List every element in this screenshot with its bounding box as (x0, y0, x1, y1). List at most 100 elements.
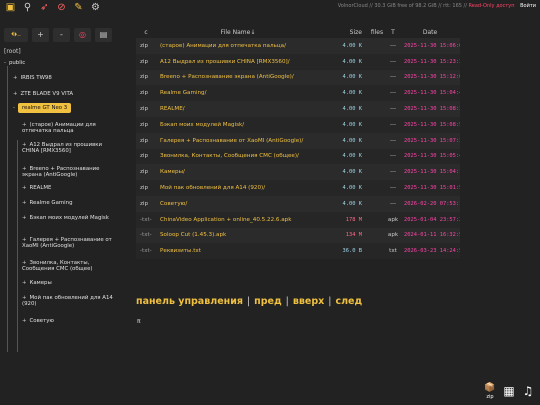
column-header-c[interactable]: c (136, 26, 156, 38)
table-row[interactable]: zip Бэкап моих модулей Magisk/4.00 K --- 20… (136, 116, 460, 133)
file-size: 4.00 K (320, 116, 368, 133)
file-extension[interactable]: -txt- (136, 227, 156, 244)
up-link[interactable]: вверх (293, 296, 324, 307)
tree-item-public[interactable]: - public (4, 60, 25, 66)
unpost-icon[interactable]: ⊘ (55, 2, 68, 14)
file-type: --- (386, 69, 400, 86)
tree-item[interactable]: + ZTE BLADE V9 VITA (13, 91, 73, 97)
file-extension[interactable]: zip (136, 195, 156, 212)
tree-item[interactable]: + IRBIS TW98 (13, 75, 52, 81)
file-extension[interactable]: zip (136, 132, 156, 149)
file-name-link[interactable]: Бэкап моих модулей Magisk/ (156, 116, 320, 133)
tree-child[interactable]: + Звонилка, Контакты, Сообщения СМС (обще… (22, 260, 118, 272)
grid-view-button[interactable]: ▦ (501, 383, 517, 401)
tree-child[interactable]: + Галерея + Распознавание от XaoMI (AntiG… (22, 237, 118, 249)
file-size: 4.00 K (320, 148, 368, 165)
file-count (368, 211, 386, 228)
toolbar-icons: ▣ ⚲ ➶ ⊘ ✎ ⚙ (4, 2, 102, 14)
table-row[interactable]: zip Breeno + Распознавание экрана (AntiGo… (136, 69, 460, 86)
file-count (368, 195, 386, 212)
tree-child[interactable]: + Камеры (22, 280, 118, 286)
column-header-files[interactable]: files (368, 26, 386, 38)
tree-child[interactable]: + Бэкап моих модулей Magisk (22, 215, 118, 221)
file-name-link[interactable]: Галерея + Распознавание от XaoMI (AntiGo… (156, 132, 320, 149)
file-name-link[interactable]: Советую/ (156, 195, 320, 212)
file-extension[interactable]: -txt- (136, 211, 156, 228)
broom-icon[interactable]: ✎ (72, 2, 85, 14)
login-link[interactable]: Войти (520, 3, 536, 9)
file-name-link[interactable]: Realme Gaming/ (156, 85, 320, 102)
file-name-link[interactable]: Звонилка, Контакты, Сообщения СМС (общее… (156, 148, 320, 165)
file-extension[interactable]: -txt- (136, 243, 156, 260)
package-icon[interactable]: ▣ (4, 2, 17, 14)
document-icon[interactable]: ▤ (95, 28, 112, 42)
next-link[interactable]: след (335, 296, 362, 307)
file-extension[interactable]: zip (136, 69, 156, 86)
zip-download-button[interactable]: 📦 zip (482, 383, 498, 401)
file-name-link[interactable]: (старое) Анимации для отпечатка пальца/ (156, 38, 320, 54)
tree-child[interactable]: + Realme Gaming (22, 200, 118, 206)
tree-width-button[interactable]: ⏴⏵.. (4, 28, 28, 42)
column-header-name[interactable]: File Name↓ (156, 26, 320, 38)
file-size: 4.00 K (320, 101, 368, 117)
table-header: c File Name↓ Size files T Date (136, 26, 460, 38)
tree-child[interactable]: + REALME (22, 185, 118, 191)
file-extension[interactable]: zip (136, 116, 156, 133)
file-extension[interactable]: zip (136, 38, 156, 54)
file-name-link[interactable]: Breeno + Распознавание экрана (AntiGoogl… (156, 69, 320, 86)
table-row[interactable]: zip (старое) Анимации для отпечатка пальц… (136, 38, 460, 54)
table-row[interactable]: zip Галерея + Распознавание от XaoMI (Ant… (136, 132, 460, 149)
file-name-link[interactable]: Реквизиты.txt (156, 243, 320, 260)
table-row[interactable]: -txt- Реквизиты.txt 36.0 B txt 2026-03-23 14… (136, 243, 460, 260)
control-panel-link[interactable]: панель управления (136, 296, 243, 307)
tree-expand-button[interactable]: + (32, 28, 49, 42)
file-name-link[interactable]: Soloop Cut (1.45.3).apk (156, 227, 320, 244)
table-row[interactable]: zip Realme Gaming/4.00 K --- 2025-11-30 15:… (136, 85, 460, 102)
rocket-icon[interactable]: ➶ (38, 2, 51, 14)
tree-child[interactable]: + Советую (22, 318, 118, 324)
table-row[interactable]: zip REALME/4.00 K --- 2025-11-30 15:08:33 (136, 101, 460, 117)
table-row[interactable]: -txt- ChinaVideo Application + online_40.… (136, 211, 460, 228)
music-player-button[interactable]: ♫ (520, 383, 536, 401)
tree-item-selected[interactable]: - realme GT Neo 3 (13, 103, 72, 113)
tree-root[interactable]: [root] (4, 48, 21, 55)
target-icon[interactable]: ◎ (74, 28, 91, 42)
column-header-size[interactable]: Size (320, 26, 368, 38)
column-header-date[interactable]: Date (400, 26, 460, 38)
file-date: 2025-11-30 15:06:03 (400, 38, 460, 54)
file-extension[interactable]: zip (136, 53, 156, 70)
column-header-type[interactable]: T (386, 26, 400, 38)
file-date: 2025-11-30 15:04:48 (400, 85, 460, 102)
tree-child[interactable]: + Breeno + Распознавание экрана (AntiGoog… (22, 166, 118, 178)
file-date: 2026-02-20 07:53:16 (400, 195, 460, 212)
file-extension[interactable]: zip (136, 85, 156, 102)
pi-link[interactable]: π (137, 318, 141, 325)
file-type: --- (386, 101, 400, 117)
file-extension[interactable]: zip (136, 180, 156, 196)
file-type: --- (386, 180, 400, 196)
file-type: --- (386, 53, 400, 70)
tree-collapse-button[interactable]: - (53, 28, 70, 42)
file-date: 2025-11-30 15:04:10 (400, 164, 460, 181)
table-row[interactable]: zip Звонилка, Контакты, Сообщения СМС (об… (136, 148, 460, 165)
tree-child[interactable]: + Мой пак обновлений для A14 (920) (22, 295, 118, 307)
table-row[interactable]: -txt- Soloop Cut (1.45.3).apk 134 M apk 2024… (136, 227, 460, 244)
file-name-link[interactable]: Мой пак обновлений для A14 (920)/ (156, 180, 320, 196)
table-row[interactable]: zip A12 Выдрал из прошивки CHINA [RMX3560… (136, 53, 460, 70)
file-name-link[interactable]: ChinaVideo Application + online_40.5.22.… (156, 211, 320, 228)
file-name-link[interactable]: A12 Выдрал из прошивки CHINA [RMX3560]/ (156, 53, 320, 70)
table-row[interactable]: zip Мой пак обновлений для A14 (920)/4.00… (136, 180, 460, 196)
file-extension[interactable]: zip (136, 148, 156, 165)
tree-child[interactable]: + (старое) Анимации для отпечатка пальца (22, 122, 118, 134)
file-extension[interactable]: zip (136, 164, 156, 181)
table-row[interactable]: zip Советую/4.00 K --- 2026-02-20 07:53:16 (136, 195, 460, 212)
prev-link[interactable]: пред (254, 296, 281, 307)
file-extension[interactable]: zip (136, 101, 156, 117)
gear-icon[interactable]: ⚙ (89, 2, 102, 14)
file-name-link[interactable]: Камеры/ (156, 164, 320, 181)
tree-child[interactable]: + A12 Выдрал из прошивки CHINA [RMX3560] (22, 142, 118, 154)
file-name-link[interactable]: REALME/ (156, 101, 320, 117)
search-icon[interactable]: ⚲ (21, 2, 34, 14)
table-row[interactable]: zip Камеры/4.00 K --- 2025-11-30 15:04:10 (136, 164, 460, 181)
file-date: 2024-01-11 16:32:51 (400, 227, 460, 244)
